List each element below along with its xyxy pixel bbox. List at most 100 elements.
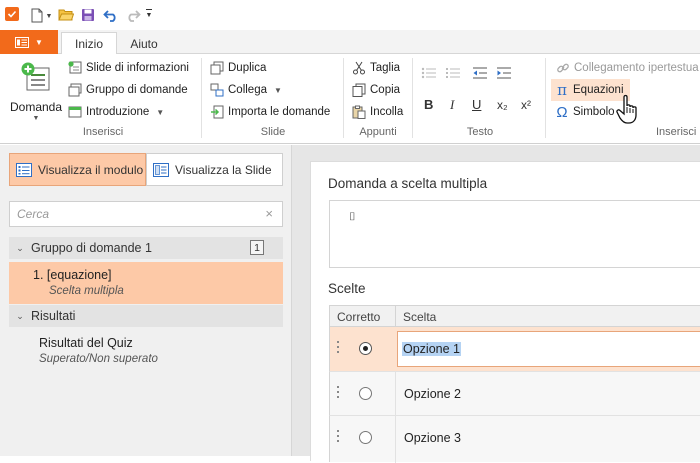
left-panel: Visualizza il modulo Visualizza la Slide…: [0, 145, 292, 456]
link-button[interactable]: Collega ▼: [210, 80, 282, 100]
copy-label: Copia: [370, 84, 401, 96]
column-correct-header: Corretto: [337, 310, 381, 324]
choice-text[interactable]: Opzione 3: [404, 431, 461, 445]
link-icon: [557, 63, 569, 73]
duplicate-button[interactable]: Duplica: [210, 58, 266, 78]
save-icon[interactable]: [81, 8, 95, 22]
view-slide-button[interactable]: Visualizza la Slide: [146, 153, 283, 186]
correct-radio-checked[interactable]: [359, 342, 372, 355]
domanda-label: Domanda: [9, 100, 63, 114]
numbered-list-icon[interactable]: [445, 66, 461, 80]
chevron-down-icon: ▼: [32, 115, 40, 122]
tree-item-question[interactable]: 1. [equazione] Scelta multipla: [9, 262, 283, 304]
introduction-label: Introduzione: [86, 106, 150, 118]
view-module-button[interactable]: Visualizza il modulo: [9, 153, 146, 186]
slide-info-label: Slide di informazioni: [86, 62, 189, 74]
slide-info-icon: [68, 61, 82, 74]
domanda-button[interactable]: Domanda ▼: [8, 60, 66, 122]
copy-button[interactable]: Copia: [352, 80, 400, 100]
pi-icon: π: [557, 81, 567, 99]
increase-indent-icon[interactable]: [496, 66, 512, 80]
add-question-icon: [21, 62, 50, 91]
hyperlink-button[interactable]: Collegamento ipertestua: [556, 58, 700, 78]
tree-group-header[interactable]: ⌄ Gruppo di domande 1 1: [9, 237, 283, 259]
view-slide-label: Visualizza la Slide: [175, 162, 272, 177]
choice-row[interactable]: Opzione 2: [329, 371, 700, 416]
group-divider: [412, 58, 413, 138]
view-module-label: Visualizza il modulo: [38, 162, 144, 177]
slide-info-button[interactable]: Slide di informazioni: [68, 58, 189, 78]
introduction-button[interactable]: Introduzione ▼: [68, 102, 164, 122]
paste-label: Incolla: [370, 106, 404, 118]
group-label-slide: Slide: [260, 126, 286, 138]
bullet-list-icon[interactable]: [421, 66, 437, 80]
hand-cursor-icon: [616, 94, 637, 124]
search-placeholder: Cerca: [17, 207, 50, 221]
new-file-dropdown-icon[interactable]: ▼: [45, 12, 53, 20]
group-divider: [201, 58, 202, 138]
slide-view-icon: [153, 162, 169, 177]
choice-text[interactable]: Opzione 2: [404, 387, 461, 401]
drag-handle-icon[interactable]: [337, 341, 340, 355]
tree-item-results[interactable]: Risultati del Quiz Superato/Non superato: [9, 331, 283, 371]
cut-label: Taglia: [370, 62, 401, 74]
import-icon: [211, 105, 224, 119]
italic-button[interactable]: I: [450, 97, 454, 113]
chevron-down-icon: ▼: [274, 85, 282, 95]
group-label-inserisci-2: Inserisci: [656, 126, 697, 138]
choices-table-header: Corretto Scelta: [329, 305, 700, 327]
open-folder-icon[interactable]: [58, 8, 74, 21]
group-label-inserisci: Inserisci: [82, 126, 124, 138]
import-questions-label: Importa le domande: [228, 106, 331, 118]
results-item-subtitle: Superato/Non superato: [39, 353, 158, 365]
correct-radio[interactable]: [359, 387, 372, 400]
tab-inizio[interactable]: Inizio: [61, 32, 117, 55]
superscript-button[interactable]: x²: [521, 98, 531, 112]
drag-handle-icon[interactable]: [337, 430, 340, 444]
choice-row[interactable]: Opzione 1: [329, 327, 700, 371]
ribbon: Domanda ▼ Slide di informazioni Gruppo d…: [0, 54, 700, 144]
link-label: Collega: [228, 84, 267, 96]
link-slides-icon: [210, 83, 224, 97]
tree-results-header[interactable]: ⌄ Risultati: [9, 305, 283, 327]
group-label-appunti: Appunti: [359, 126, 397, 138]
question-item-type: Scelta multipla: [49, 285, 124, 297]
question-group-icon: [68, 83, 82, 97]
chevron-down-icon: ⌄: [16, 242, 24, 253]
choice-row[interactable]: Opzione 3: [329, 415, 700, 463]
chevron-down-icon: ▼: [156, 107, 165, 117]
file-menu-button[interactable]: ▼: [0, 30, 58, 54]
question-group-button[interactable]: Gruppo di domande: [68, 80, 188, 100]
correct-radio[interactable]: [359, 431, 372, 444]
list-view-icon: [16, 162, 32, 177]
clear-search-icon[interactable]: ×: [265, 206, 273, 221]
hyperlink-label: Collegamento ipertestua: [574, 62, 699, 74]
underline-button[interactable]: U: [472, 97, 481, 112]
group-divider: [343, 58, 344, 138]
chevron-down-icon: ⌄: [16, 310, 24, 321]
group-divider: [545, 58, 546, 138]
choice-input[interactable]: Opzione 1: [397, 331, 700, 367]
bold-button[interactable]: B: [424, 97, 433, 112]
tab-aiuto[interactable]: Aiuto: [120, 32, 168, 55]
import-questions-button[interactable]: Importa le domande: [210, 102, 330, 122]
symbol-label: Simbolo: [573, 106, 615, 118]
new-file-icon[interactable]: [30, 7, 44, 23]
copy-icon: [352, 83, 366, 97]
question-title: Domanda a scelta multipla: [328, 176, 488, 191]
omega-icon: Ω: [556, 103, 568, 121]
question-editor-card: Domanda a scelta multipla ⌷ Scelte Corre…: [310, 161, 700, 463]
customize-toolbar-icon[interactable]: ▼: [145, 8, 153, 20]
drag-handle-icon[interactable]: [337, 386, 340, 400]
search-input[interactable]: Cerca ×: [9, 201, 283, 227]
cut-button[interactable]: Taglia: [352, 58, 400, 78]
undo-icon[interactable]: [103, 7, 119, 23]
paste-button[interactable]: Incolla: [352, 102, 403, 122]
question-group-label: Gruppo di domande: [86, 84, 188, 96]
question-text-editor[interactable]: ⌷: [329, 200, 700, 268]
decrease-indent-icon[interactable]: [472, 66, 488, 80]
subscript-button[interactable]: x₂: [497, 98, 508, 112]
results-title: Risultati: [31, 309, 76, 323]
symbol-button[interactable]: Ω Simbolo: [555, 102, 615, 122]
redo-icon[interactable]: [125, 7, 141, 23]
